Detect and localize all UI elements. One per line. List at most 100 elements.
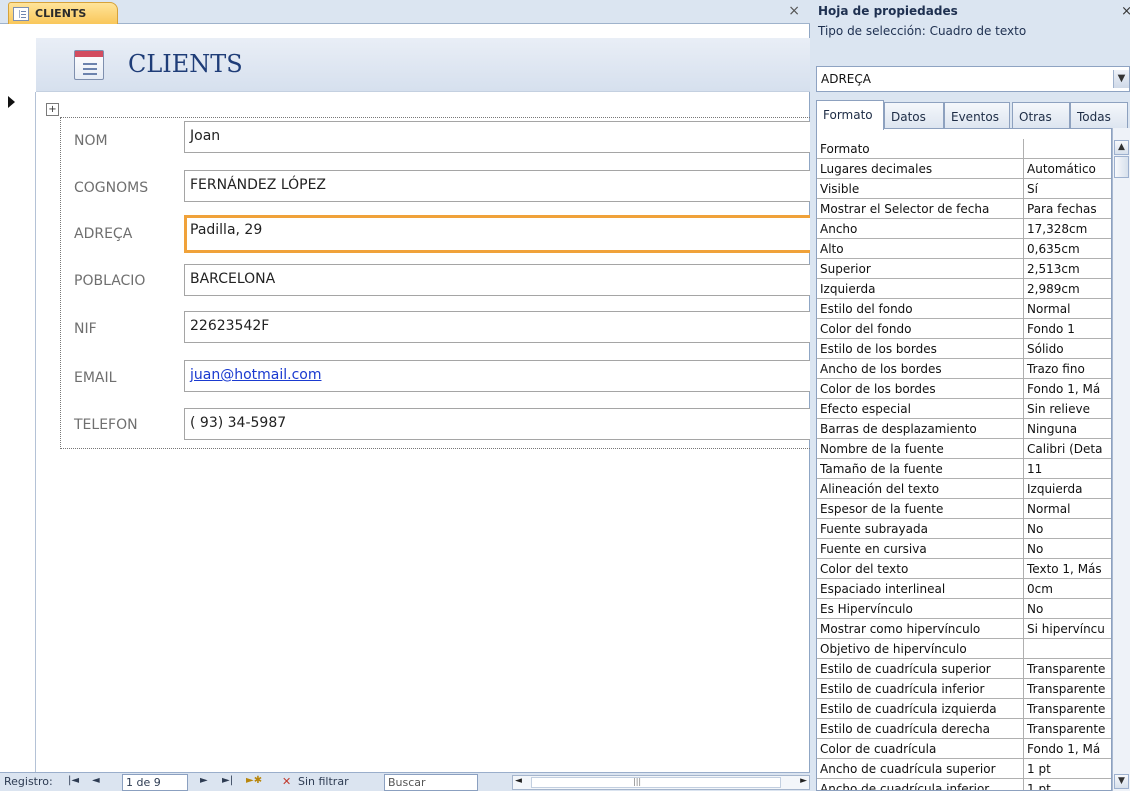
property-row[interactable]: Lugares decimales Automático <box>817 159 1111 179</box>
property-value[interactable]: Ninguna <box>1023 419 1111 439</box>
field-nif[interactable]: 22623542F <box>184 311 810 343</box>
tab-otras[interactable]: Otras <box>1012 102 1070 128</box>
property-value[interactable]: Fondo 1, Má <box>1023 739 1111 759</box>
property-value[interactable]: Automático <box>1023 159 1111 179</box>
property-row[interactable]: Ancho de cuadrícula superior 1 pt <box>817 759 1111 779</box>
field-cognoms[interactable]: FERNÁNDEZ LÓPEZ <box>184 170 810 202</box>
property-value[interactable]: Izquierda <box>1023 479 1111 499</box>
previous-record-icon[interactable]: ◄ <box>92 775 100 786</box>
field-adreca[interactable]: Padilla, 29 <box>184 215 810 253</box>
property-row[interactable]: Alineación del texto Izquierda <box>817 479 1111 499</box>
tab-datos[interactable]: Datos <box>884 102 944 128</box>
property-value[interactable]: Fondo 1 <box>1023 319 1111 339</box>
property-row[interactable]: Fuente en cursiva No <box>817 539 1111 559</box>
property-row[interactable]: Mostrar como hipervínculo Si hipervíncu <box>817 619 1111 639</box>
property-value[interactable]: Sólido <box>1023 339 1111 359</box>
tab-todas[interactable]: Todas <box>1070 102 1128 128</box>
property-value[interactable]: Transparente <box>1023 719 1111 739</box>
field-poblacio[interactable]: BARCELONA <box>184 264 810 296</box>
property-row[interactable]: Estilo de cuadrícula superior Transparent… <box>817 659 1111 679</box>
tab-formato[interactable]: Formato <box>816 100 884 130</box>
property-value[interactable]: Sí <box>1023 179 1111 199</box>
property-value[interactable]: No <box>1023 599 1111 619</box>
property-row[interactable]: Ancho 17,328cm <box>817 219 1111 239</box>
property-row[interactable]: Estilo de cuadrícula inferior Transparent… <box>817 679 1111 699</box>
property-value[interactable]: Para fechas <box>1023 199 1111 219</box>
property-value[interactable]: 2,513cm <box>1023 259 1111 279</box>
property-value[interactable]: Calibri (Deta <box>1023 439 1111 459</box>
property-value[interactable]: No <box>1023 519 1111 539</box>
property-value[interactable] <box>1023 639 1111 659</box>
scroll-right-icon[interactable]: ► <box>800 776 807 786</box>
property-row[interactable]: Formato <box>817 139 1111 159</box>
field-nom[interactable]: Joan <box>184 121 810 153</box>
filter-status-button[interactable]: Sin filtrar <box>298 775 349 788</box>
property-row[interactable]: Nombre de la fuente Calibri (Deta <box>817 439 1111 459</box>
property-value[interactable] <box>1023 139 1111 159</box>
property-row[interactable]: Color de cuadrícula Fondo 1, Má <box>817 739 1111 759</box>
scroll-left-icon[interactable]: ◄ <box>515 776 522 786</box>
field-telefon[interactable]: ( 93) 34-5987 <box>184 408 810 440</box>
property-row[interactable]: Estilo de los bordes Sólido <box>817 339 1111 359</box>
property-value[interactable]: Sin relieve <box>1023 399 1111 419</box>
property-row[interactable]: Estilo de cuadrícula derecha Transparente <box>817 719 1111 739</box>
property-value[interactable]: Transparente <box>1023 679 1111 699</box>
property-value[interactable]: 1 pt <box>1023 779 1111 790</box>
property-row[interactable]: Estilo del fondo Normal <box>817 299 1111 319</box>
property-row[interactable]: Tamaño de la fuente 11 <box>817 459 1111 479</box>
property-value[interactable]: Transparente <box>1023 659 1111 679</box>
property-vertical-scrollbar[interactable]: ▲ ▼ <box>1112 128 1130 791</box>
tab-eventos[interactable]: Eventos <box>944 102 1010 128</box>
property-row[interactable]: Color del fondo Fondo 1 <box>817 319 1111 339</box>
property-row[interactable]: Espesor de la fuente Normal <box>817 499 1111 519</box>
first-record-icon[interactable]: |◄ <box>68 775 79 786</box>
property-value[interactable]: Trazo fino <box>1023 359 1111 379</box>
property-row[interactable]: Alto 0,635cm <box>817 239 1111 259</box>
search-input[interactable]: Buscar <box>384 774 478 791</box>
property-row[interactable]: Es Hipervínculo No <box>817 599 1111 619</box>
property-row[interactable]: Objetivo de hipervínculo <box>817 639 1111 659</box>
selected-control-combo[interactable]: ADREÇA ▼ <box>816 66 1130 92</box>
property-row[interactable]: Barras de desplazamiento Ninguna <box>817 419 1111 439</box>
property-value[interactable]: 1 pt <box>1023 759 1111 779</box>
property-row[interactable]: Fuente subrayada No <box>817 519 1111 539</box>
new-record-icon[interactable]: ►✱ <box>246 775 262 786</box>
last-record-icon[interactable]: ►| <box>222 775 233 786</box>
close-property-sheet-button[interactable]: × <box>1121 4 1130 19</box>
field-email[interactable]: juan@hotmail.com <box>184 360 810 392</box>
current-record-input[interactable]: 1 de 9 <box>122 774 188 791</box>
horizontal-scrollbar[interactable]: ◄ ||| ► <box>512 775 810 790</box>
layout-move-handle-icon[interactable]: + <box>46 103 59 116</box>
property-row[interactable]: Color de los bordes Fondo 1, Má <box>817 379 1111 399</box>
property-value[interactable]: 11 <box>1023 459 1111 479</box>
scroll-down-icon[interactable]: ▼ <box>1114 774 1129 789</box>
next-record-icon[interactable]: ► <box>200 775 208 786</box>
property-value[interactable]: No <box>1023 539 1111 559</box>
property-value[interactable]: Normal <box>1023 299 1111 319</box>
property-row[interactable]: Efecto especial Sin relieve <box>817 399 1111 419</box>
property-row[interactable]: Visible Sí <box>817 179 1111 199</box>
property-value[interactable]: Texto 1, Más <box>1023 559 1111 579</box>
property-value[interactable]: 0,635cm <box>1023 239 1111 259</box>
property-row[interactable]: Color del texto Texto 1, Más <box>817 559 1111 579</box>
record-selector-strip[interactable] <box>0 92 36 772</box>
property-row[interactable]: Mostrar el Selector de fecha Para fechas <box>817 199 1111 219</box>
property-row[interactable]: Estilo de cuadrícula izquierda Transparen… <box>817 699 1111 719</box>
tab-clients[interactable]: CLIENTS <box>8 2 118 24</box>
property-value[interactable]: Transparente <box>1023 699 1111 719</box>
scroll-thumb[interactable] <box>531 777 781 788</box>
property-row[interactable]: Izquierda 2,989cm <box>817 279 1111 299</box>
property-value[interactable]: 2,989cm <box>1023 279 1111 299</box>
scroll-up-icon[interactable]: ▲ <box>1114 140 1129 155</box>
property-value[interactable]: Normal <box>1023 499 1111 519</box>
property-row[interactable]: Ancho de los bordes Trazo fino <box>817 359 1111 379</box>
property-value[interactable]: Fondo 1, Má <box>1023 379 1111 399</box>
property-value[interactable]: 0cm <box>1023 579 1111 599</box>
close-document-button[interactable]: × <box>788 3 800 19</box>
property-row[interactable]: Superior 2,513cm <box>817 259 1111 279</box>
chevron-down-icon[interactable]: ▼ <box>1113 70 1129 88</box>
scroll-thumb[interactable] <box>1114 156 1129 178</box>
property-value[interactable]: Si hipervíncu <box>1023 619 1111 639</box>
property-value[interactable]: 17,328cm <box>1023 219 1111 239</box>
property-row[interactable]: Ancho de cuadrícula inferior 1 pt <box>817 779 1111 790</box>
